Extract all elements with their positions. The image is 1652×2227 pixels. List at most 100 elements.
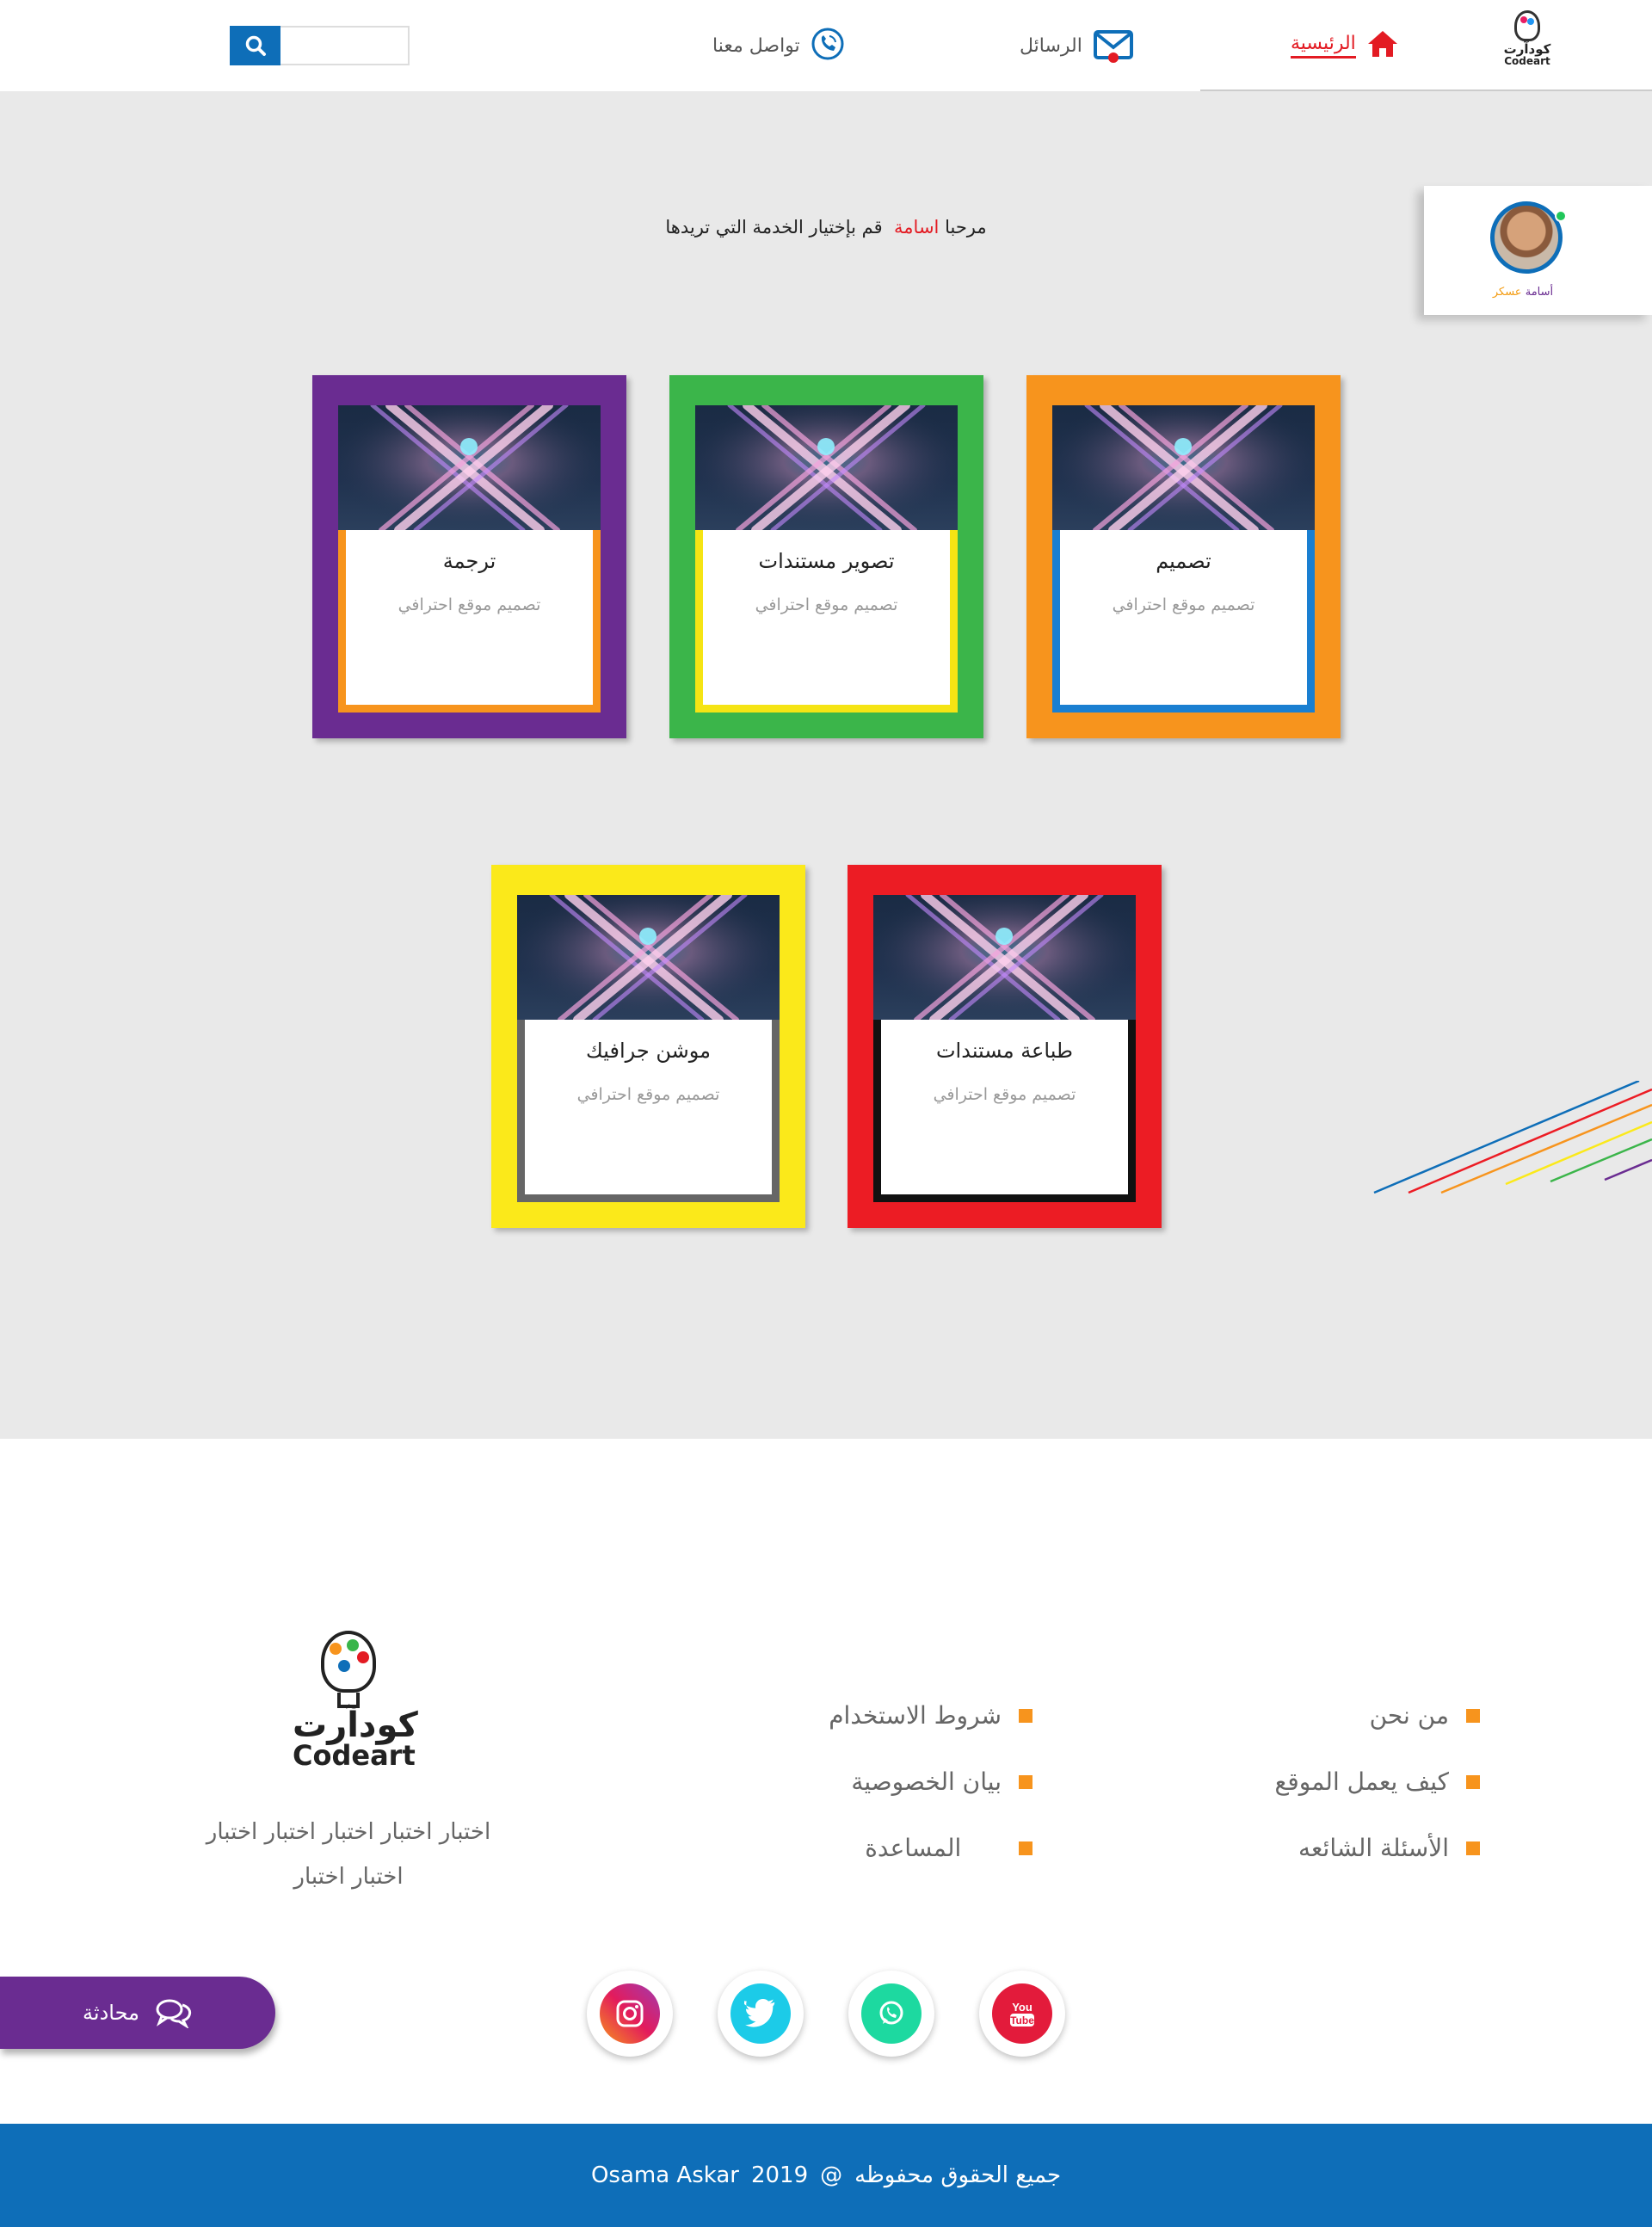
svg-text:Tube: Tube xyxy=(1010,2014,1034,2027)
service-title: تصميم xyxy=(1156,549,1211,573)
footer-link-help[interactable]: المساعدة xyxy=(809,1815,1032,1881)
footer-link-faq[interactable]: الأسئلة الشائعه xyxy=(1256,1815,1480,1881)
envelope-icon xyxy=(1093,28,1134,63)
nav-messages[interactable]: الرسائل xyxy=(1020,26,1134,65)
whatsapp-icon xyxy=(861,1983,922,2044)
footer-link-label: المساعدة xyxy=(865,1834,962,1862)
service-title: طباعة مستندات xyxy=(935,1039,1074,1063)
search-input[interactable] xyxy=(280,26,410,65)
youtube-icon: You Tube xyxy=(992,1983,1052,2044)
nav-contact-label: تواصل معنا xyxy=(712,34,800,57)
top-navbar: كودآرت Codeart الرئيسية الرسائل تواصل مع… xyxy=(0,0,1652,91)
welcome-suffix: قم بإختيار الخدمة التي تريدها xyxy=(665,217,883,238)
decorative-stripes xyxy=(1373,1081,1652,1194)
nav-messages-label: الرسائل xyxy=(1020,34,1082,57)
footer-about-line: اختبار اختبار اختبار اختبار اختبار xyxy=(206,1819,491,1845)
footer-logo: كودآرت Codeart xyxy=(293,1631,418,1772)
phone-icon xyxy=(811,27,845,65)
nav-home-label: الرئيسية xyxy=(1291,33,1356,59)
online-status-dot xyxy=(1555,210,1567,222)
user-last-name: عسكر xyxy=(1492,286,1522,299)
service-card[interactable]: تصوير مستندات تصميم موقع احترافي xyxy=(669,375,983,738)
service-card-body: تصوير مستندات تصميم موقع احترافي xyxy=(695,530,958,713)
search-icon xyxy=(245,35,266,56)
footer-link-label: الأسئلة الشائعه xyxy=(1298,1834,1449,1862)
copyright-symbol: @ xyxy=(820,2162,843,2188)
footer-links-primary: من نحن كيف يعمل الموقع الأسئلة الشائعه xyxy=(1256,1682,1480,1881)
service-image xyxy=(517,895,780,1020)
copyright-owner: Osama Askar xyxy=(590,2162,739,2188)
copyright-text: جميع الحقوق محفوظه xyxy=(854,2162,1062,2188)
service-card-body: ترجمة تصميم موقع احترافي xyxy=(338,530,601,713)
footer-logo-english: Codeart xyxy=(293,1739,416,1772)
chat-bubbles-icon xyxy=(156,1999,192,2028)
chat-button-label: محادثة xyxy=(83,2001,139,2025)
welcome-message: مرحبا اسامة قم بإختيار الخدمة التي تريده… xyxy=(602,217,1050,238)
instagram-link[interactable] xyxy=(587,1971,673,2057)
nav-home[interactable]: الرئيسية xyxy=(1291,26,1399,65)
copyright-bar: جميع الحقوق محفوظه @ 2019 Osama Askar xyxy=(0,2124,1652,2227)
service-card[interactable]: تصميم تصميم موقع احترافي xyxy=(1026,375,1341,738)
twitter-link[interactable] xyxy=(718,1971,804,2057)
bullet-square-icon xyxy=(1466,1708,1480,1723)
svg-text:You: You xyxy=(1012,2001,1032,2014)
instagram-icon xyxy=(600,1983,660,2044)
site-logo[interactable]: كودآرت Codeart xyxy=(1501,10,1553,79)
footer-link-about[interactable]: من نحن xyxy=(1256,1682,1480,1749)
bullet-square-icon xyxy=(1466,1841,1480,1855)
chat-button[interactable]: محادثة xyxy=(0,1977,275,2049)
service-description: تصميم موقع احترافي xyxy=(1112,595,1255,614)
service-title: ترجمة xyxy=(442,549,496,573)
bullet-square-icon xyxy=(1466,1774,1480,1789)
nav-contact[interactable]: تواصل معنا xyxy=(712,26,845,65)
footer-about-text: اختبار اختبار اختبار اختبار اختبار اختبا… xyxy=(176,1810,521,1899)
home-icon xyxy=(1366,29,1399,62)
bullet-square-icon xyxy=(1019,1774,1032,1789)
service-card[interactable]: طباعة مستندات تصميم موقع احترافي xyxy=(848,865,1162,1228)
search-button[interactable] xyxy=(230,26,280,65)
search-bar xyxy=(230,26,410,65)
user-first-name: أسامة xyxy=(1525,286,1554,299)
service-image xyxy=(873,895,1136,1020)
lightbulb-icon xyxy=(321,1631,376,1693)
copyright-year: 2019 xyxy=(750,2162,809,2188)
service-title: موشن جرافيك xyxy=(586,1039,711,1063)
footer-logo-arabic: كودآرت xyxy=(293,1706,418,1745)
footer-link-label: كيف يعمل الموقع xyxy=(1274,1767,1449,1796)
service-card[interactable]: ترجمة تصميم موقع احترافي xyxy=(312,375,626,738)
lightbulb-icon xyxy=(1514,10,1540,41)
main-content: أسامة عسكر مرحبا اسامة قم بإختيار الخدمة… xyxy=(0,91,1652,1439)
service-card-body: موشن جرافيك تصميم موقع احترافي xyxy=(517,1020,780,1202)
footer-link-label: من نحن xyxy=(1369,1701,1449,1730)
service-card-body: تصميم تصميم موقع احترافي xyxy=(1052,530,1315,713)
service-description: تصميم موقع احترافي xyxy=(755,595,898,614)
service-card[interactable]: موشن جرافيك تصميم موقع احترافي xyxy=(491,865,805,1228)
service-image xyxy=(1052,405,1315,530)
footer-link-how-it-works[interactable]: كيف يعمل الموقع xyxy=(1256,1749,1480,1815)
service-description: تصميم موقع احترافي xyxy=(576,1085,720,1104)
logo-arabic-text: كودآرت xyxy=(1503,41,1551,57)
youtube-link[interactable]: You Tube xyxy=(979,1971,1065,2057)
welcome-prefix: مرحبا xyxy=(945,217,987,238)
service-card-body: طباعة مستندات تصميم موقع احترافي xyxy=(873,1020,1136,1202)
footer-link-terms[interactable]: شروط الاستخدام xyxy=(809,1682,1032,1749)
footer-link-privacy[interactable]: بيان الخصوصية xyxy=(809,1749,1032,1815)
bullet-square-icon xyxy=(1019,1841,1032,1855)
footer-links-secondary: شروط الاستخدام بيان الخصوصية المساعدة xyxy=(809,1682,1032,1881)
footer-link-label: شروط الاستخدام xyxy=(829,1701,1002,1730)
whatsapp-link[interactable] xyxy=(848,1971,934,2057)
user-name: أسامة عسكر xyxy=(1424,286,1622,299)
service-title: تصوير مستندات xyxy=(758,549,895,573)
service-image xyxy=(338,405,601,530)
twitter-icon xyxy=(730,1983,791,2044)
bullet-square-icon xyxy=(1019,1708,1032,1723)
service-description: تصميم موقع احترافي xyxy=(933,1085,1076,1104)
service-image xyxy=(695,405,958,530)
service-description: تصميم موقع احترافي xyxy=(398,595,541,614)
footer-about-line: اختبار اختبار xyxy=(293,1864,404,1890)
footer-link-label: بيان الخصوصية xyxy=(851,1767,1002,1796)
user-profile-card[interactable]: أسامة عسكر xyxy=(1424,186,1652,315)
welcome-name: اسامة xyxy=(894,217,940,238)
avatar[interactable] xyxy=(1490,201,1563,274)
logo-english-text: Codeart xyxy=(1504,55,1550,67)
